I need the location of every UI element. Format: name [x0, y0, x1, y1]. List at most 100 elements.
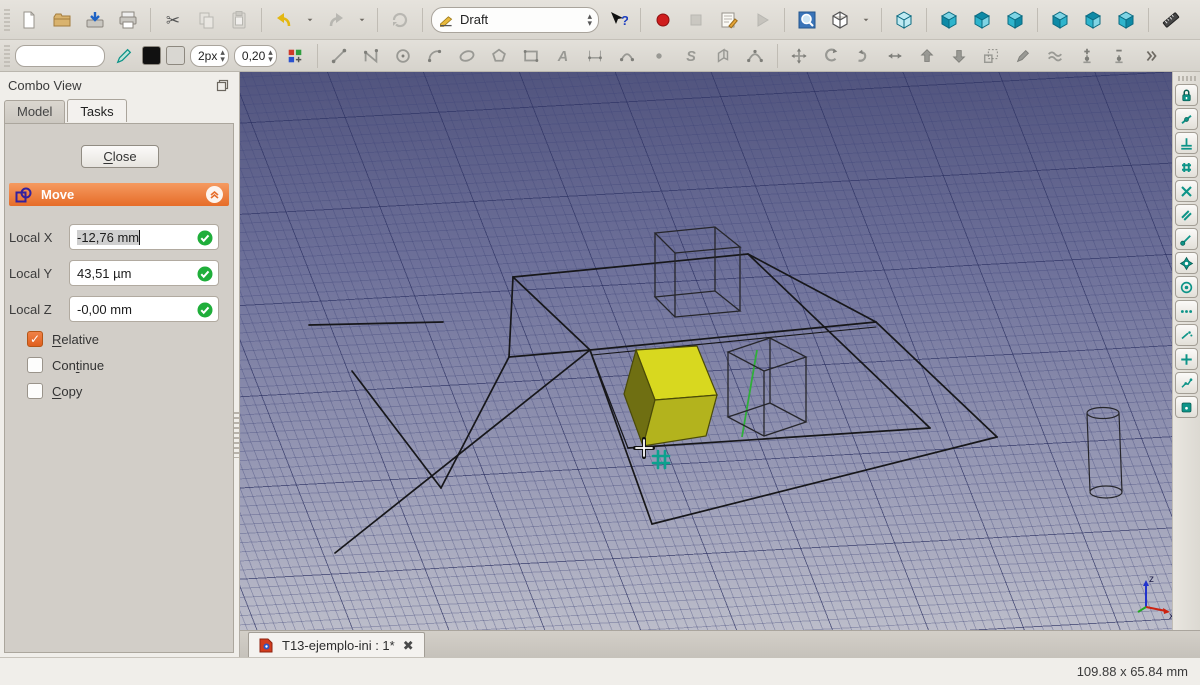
- snap-intersection-button[interactable]: [1175, 180, 1198, 202]
- draft-rectangle-button[interactable]: [518, 44, 545, 68]
- line-color-swatch[interactable]: [142, 46, 161, 65]
- draft-delpoint-button[interactable]: [1106, 44, 1133, 68]
- new-document-button[interactable]: [15, 6, 43, 34]
- snap-angle-button[interactable]: [1175, 252, 1198, 274]
- snap-grid-button[interactable]: [1175, 156, 1198, 178]
- view-front-button[interactable]: [935, 6, 963, 34]
- cut-button[interactable]: ✂: [159, 6, 187, 34]
- draft-trimex-button[interactable]: [882, 44, 909, 68]
- refresh-button[interactable]: [386, 6, 414, 34]
- snap-working-plane-icon: [1181, 402, 1192, 412]
- toolbar-separator: [926, 7, 927, 32]
- draft-facebinder-button[interactable]: [710, 44, 737, 68]
- draft-dimension-button[interactable]: [582, 44, 609, 68]
- toolbar-overflow-chevron[interactable]: [1138, 44, 1165, 68]
- draft-arc-button[interactable]: [422, 44, 449, 68]
- view-top-button[interactable]: [968, 6, 996, 34]
- copy-checkbox[interactable]: [27, 383, 43, 399]
- line-width-spinbox[interactable]: 2px ▴ ▾: [190, 44, 229, 67]
- draft-rotate-button[interactable]: [818, 44, 845, 68]
- macro-edit-button[interactable]: [715, 6, 743, 34]
- snap-lock-button[interactable]: [1175, 84, 1198, 106]
- draft-point-button[interactable]: [646, 44, 673, 68]
- print-button[interactable]: [114, 6, 142, 34]
- global-scale-spinbox[interactable]: 0,20 ▴ ▾: [233, 44, 277, 67]
- tab-model[interactable]: Model: [4, 100, 66, 123]
- workbench-selector[interactable]: Draft ▴ ▾: [431, 6, 599, 33]
- redo-dropdown[interactable]: [355, 6, 369, 34]
- macro-stop-button[interactable]: [682, 6, 710, 34]
- close-button[interactable]: Close: [81, 145, 159, 168]
- view-dropdown[interactable]: [859, 6, 873, 34]
- draft-circle-button[interactable]: [390, 44, 417, 68]
- draft-line-button[interactable]: [326, 44, 353, 68]
- draft-text-button[interactable]: A: [550, 44, 577, 68]
- collapse-task-button[interactable]: [206, 186, 223, 203]
- draft-ellipse-button[interactable]: [454, 44, 481, 68]
- toolbar-grip[interactable]: [1177, 76, 1196, 81]
- draft-downgrade-button[interactable]: [946, 44, 973, 68]
- view-axonometric-button[interactable]: [890, 6, 918, 34]
- tab-tasks[interactable]: Tasks: [67, 99, 127, 122]
- macro-record-button[interactable]: [649, 6, 677, 34]
- local-x-field[interactable]: -12,76 mm: [69, 224, 219, 250]
- snap-working-plane-button[interactable]: [1175, 396, 1198, 418]
- document-tab[interactable]: T13-ejemplo-ini : 1* ✖: [248, 632, 425, 658]
- copy-button[interactable]: [192, 6, 220, 34]
- draft-offset-button[interactable]: [850, 44, 877, 68]
- axonometric-view-button[interactable]: [826, 6, 854, 34]
- draft-command-input[interactable]: [15, 44, 105, 67]
- snap-midpoint-button[interactable]: [1175, 108, 1198, 130]
- 3d-viewport[interactable]: z x: [240, 72, 1172, 630]
- panel-splitter[interactable]: [234, 412, 239, 458]
- local-y-field[interactable]: 43,51 µm: [69, 260, 219, 286]
- snap-midpoint-icon: [1181, 114, 1192, 124]
- draft-wire-button[interactable]: [358, 44, 385, 68]
- view-left-button[interactable]: [1112, 6, 1140, 34]
- draft-upgrade-button[interactable]: [914, 44, 941, 68]
- draft-autogroup-button[interactable]: [282, 44, 309, 68]
- open-document-button[interactable]: [48, 6, 76, 34]
- redo-button[interactable]: [322, 6, 350, 34]
- toolbar-grip[interactable]: [4, 8, 10, 31]
- continue-checkbox[interactable]: [27, 357, 43, 373]
- view-rear-button[interactable]: [1046, 6, 1074, 34]
- snap-near-button[interactable]: [1175, 300, 1198, 322]
- close-tab-icon[interactable]: ✖: [403, 638, 414, 654]
- snap-parallel-button[interactable]: [1175, 204, 1198, 226]
- snap-endpoint-button[interactable]: [1175, 228, 1198, 250]
- view-bottom-button[interactable]: [1079, 6, 1107, 34]
- draft-scale-button[interactable]: [978, 44, 1005, 68]
- undo-button[interactable]: [270, 6, 298, 34]
- move-task-header[interactable]: Move: [9, 183, 229, 206]
- snap-extension-icon: [1181, 330, 1193, 339]
- undo-dropdown[interactable]: [303, 6, 317, 34]
- draft-bezier-button[interactable]: [742, 44, 769, 68]
- draft-shape2dview-button[interactable]: [1042, 44, 1069, 68]
- snap-perpendicular-button[interactable]: [1175, 132, 1198, 154]
- draft-bspline-button[interactable]: [614, 44, 641, 68]
- snap-center-button[interactable]: [1175, 276, 1198, 298]
- save-document-button[interactable]: [81, 6, 109, 34]
- paste-button[interactable]: [225, 6, 253, 34]
- valid-check-icon: [197, 302, 213, 318]
- whats-this-button[interactable]: ?: [604, 6, 632, 34]
- draft-addpoint-button[interactable]: [1074, 44, 1101, 68]
- snap-ortho-button[interactable]: [1175, 348, 1198, 370]
- draft-move-button[interactable]: [786, 44, 813, 68]
- snap-special-button[interactable]: [1175, 372, 1198, 394]
- snap-extension-button[interactable]: [1175, 324, 1198, 346]
- draft-apply-style-button[interactable]: [110, 44, 137, 68]
- draft-edit-button[interactable]: [1010, 44, 1037, 68]
- toolbar-grip[interactable]: [4, 44, 10, 67]
- measure-distance-button[interactable]: [1157, 6, 1185, 34]
- local-z-field[interactable]: -0,00 mm: [69, 296, 219, 322]
- draft-shapestring-button[interactable]: S: [678, 44, 705, 68]
- macro-play-button[interactable]: [748, 6, 776, 34]
- face-color-swatch[interactable]: [166, 46, 185, 65]
- view-right-button[interactable]: [1001, 6, 1029, 34]
- fit-all-button[interactable]: [793, 6, 821, 34]
- panel-float-icon[interactable]: [216, 79, 229, 92]
- draft-polygon-button[interactable]: [486, 44, 513, 68]
- relative-checkbox[interactable]: ✓: [27, 331, 43, 347]
